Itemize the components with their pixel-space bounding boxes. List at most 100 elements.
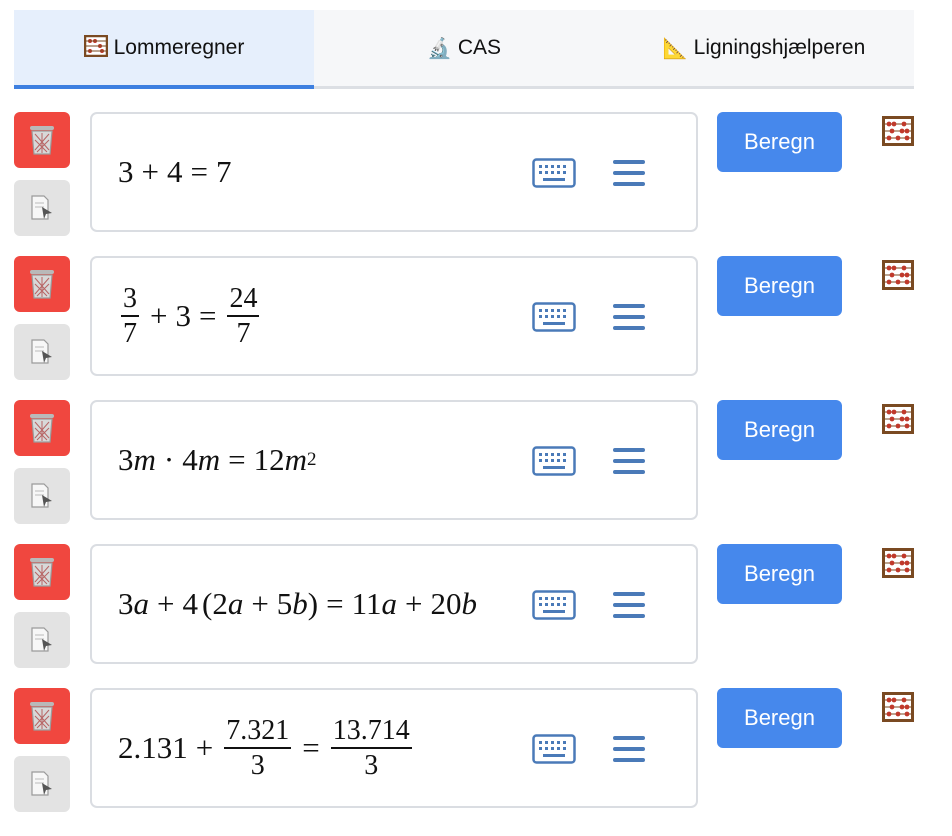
copy-button[interactable] [14, 324, 70, 380]
copy-document-icon [31, 195, 52, 220]
keyboard-icon [532, 302, 576, 332]
math-fraction: 3 7 [121, 283, 139, 349]
calculate-button[interactable]: Beregn [717, 256, 842, 316]
math-expression: 2.131 + 7.321 3 = 13.714 3 [118, 690, 415, 806]
keyboard-button[interactable] [532, 590, 576, 620]
keyboard-button[interactable] [532, 302, 576, 332]
calculate-button[interactable]: Beregn [717, 688, 842, 748]
tab-label: Ligningshjælperen [693, 36, 866, 59]
calc-row: 3m · 4m = 12 m 2 Beregn [14, 400, 938, 524]
trash-icon [30, 702, 54, 731]
tab-lommeregner[interactable]: Lommeregner [14, 10, 314, 89]
math-number: 4 [166, 154, 183, 189]
copy-document-icon [31, 339, 52, 364]
abacus-icon[interactable] [882, 404, 914, 434]
math-fraction: 13.714 3 [330, 715, 412, 781]
fraction-numerator: 24 [227, 283, 260, 317]
calc-row: 2.131 + 7.321 3 = 13.714 3 Beregn [14, 688, 938, 812]
copy-button[interactable] [14, 468, 70, 524]
trash-icon [30, 558, 54, 587]
copy-button[interactable] [14, 612, 70, 668]
math-variable: a [381, 586, 397, 621]
math-number: 2 [212, 586, 228, 621]
tab-ligningshjaelperen[interactable]: 📐 Ligningshjælperen [614, 10, 914, 86]
math-number: 2.131 [118, 730, 188, 765]
math-number: 4 [182, 442, 198, 477]
calc-row: 3a + 4 (2 a + 5 b) = 11 a + 20 b Beregn [14, 544, 938, 668]
calc-row: 3 7 + 3 = 24 7 Beregn [14, 256, 938, 380]
abacus-icon[interactable] [882, 116, 914, 146]
calculate-button[interactable]: Beregn [717, 544, 842, 604]
math-equals: = [198, 298, 217, 333]
fraction-denominator: 3 [364, 750, 379, 781]
math-fraction: 7.321 3 [224, 715, 292, 781]
keyboard-button[interactable] [532, 734, 576, 764]
keyboard-icon [532, 590, 576, 620]
keyboard-button[interactable] [532, 158, 576, 188]
abacus-icon [83, 34, 108, 62]
menu-button[interactable] [612, 446, 646, 476]
delete-button[interactable] [14, 544, 70, 600]
fraction-numerator: 7.321 [224, 715, 292, 749]
expression-field[interactable]: 2.131 + 7.321 3 = 13.714 3 [90, 688, 698, 808]
math-paren: ) [307, 586, 319, 621]
delete-button[interactable] [14, 688, 70, 744]
copy-button[interactable] [14, 756, 70, 812]
math-variable: m [284, 442, 307, 477]
math-variable: b [292, 586, 308, 621]
menu-button[interactable] [612, 590, 646, 620]
math-variable: a [227, 586, 244, 621]
delete-button[interactable] [14, 256, 70, 312]
fraction-denominator: 3 [250, 750, 265, 781]
math-exponent: 2 [306, 449, 317, 470]
menu-button[interactable] [612, 734, 646, 764]
hamburger-menu-icon [613, 448, 645, 474]
hamburger-menu-icon [613, 304, 645, 330]
hamburger-menu-icon [613, 592, 645, 618]
abacus-icon[interactable] [882, 692, 914, 722]
math-operator: + [141, 154, 159, 189]
tab-cas[interactable]: 🔬 CAS [314, 10, 614, 86]
trash-icon [30, 126, 54, 155]
calculate-button[interactable]: Beregn [717, 112, 842, 172]
math-number: 4 [182, 586, 198, 621]
math-variable: b [461, 586, 477, 621]
math-result: 7 [215, 154, 232, 189]
trash-icon [30, 270, 54, 299]
expression-field[interactable]: 3m · 4m = 12 m 2 [90, 400, 698, 520]
delete-button[interactable] [14, 400, 70, 456]
math-operator: + [150, 298, 168, 333]
fraction-denominator: 7 [236, 318, 251, 349]
tab-label: Lommeregner [113, 36, 245, 59]
copy-document-icon [31, 483, 52, 508]
math-number: 3 [118, 586, 134, 621]
menu-button[interactable] [612, 302, 646, 332]
math-variable: m [133, 442, 156, 477]
keyboard-button[interactable] [532, 446, 576, 476]
expression-field[interactable]: 3 + 4 = 7 [90, 112, 698, 232]
menu-button[interactable] [612, 158, 646, 188]
calc-row: 3 + 4 = 7 Beregn [14, 112, 938, 236]
fraction-numerator: 3 [121, 283, 139, 317]
keyboard-icon [532, 734, 576, 764]
math-number: 3 [118, 154, 134, 189]
fraction-denominator: 7 [123, 318, 137, 349]
math-operator: + [404, 586, 423, 621]
microscope-icon: 🔬 [426, 36, 452, 60]
tab-label: CAS [457, 36, 502, 59]
delete-button[interactable] [14, 112, 70, 168]
abacus-icon[interactable] [882, 548, 914, 578]
expression-field[interactable]: 3a + 4 (2 a + 5 b) = 11 a + 20 b [90, 544, 698, 664]
expression-field[interactable]: 3 7 + 3 = 24 7 [90, 256, 698, 376]
math-number: 20 [430, 586, 462, 621]
math-equals: = [190, 154, 208, 189]
math-equals: = [302, 730, 320, 765]
copy-button[interactable] [14, 180, 70, 236]
math-operator: + [195, 730, 214, 765]
calculate-button[interactable]: Beregn [717, 400, 842, 460]
math-expression: 3m · 4m = 12 m 2 [118, 402, 316, 518]
math-number: 12 [253, 442, 285, 477]
abacus-icon[interactable] [882, 260, 914, 290]
math-variable: a [133, 586, 150, 621]
math-operator: + [251, 586, 269, 621]
